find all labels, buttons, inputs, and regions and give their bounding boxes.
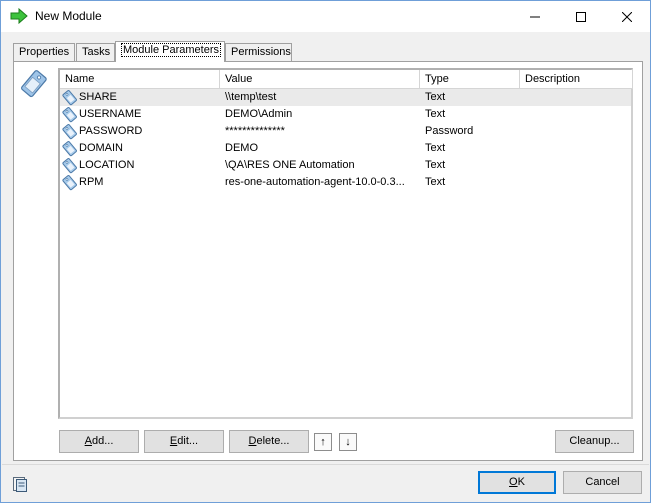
cell-description [525, 157, 631, 174]
cell-type: Text [425, 108, 446, 120]
tab-label: Module Parameters [121, 43, 221, 57]
cell-description [525, 106, 631, 123]
cell-description [525, 140, 631, 157]
tab-permissions[interactable]: Permissions [225, 43, 292, 61]
arrow-down-icon: ↓ [345, 436, 351, 448]
cell-description [525, 89, 631, 106]
cell-type: Text [425, 142, 446, 154]
cell-type: Text [425, 176, 446, 188]
cell-name: SHARE [79, 91, 117, 103]
parameter-tag-icon [62, 90, 77, 106]
move-down-button[interactable]: ↓ [339, 433, 357, 451]
arrow-up-icon: ↑ [320, 436, 326, 448]
cell-value: DEMO [225, 142, 258, 154]
table-row[interactable]: SHARE \\temp\test Text [60, 89, 631, 106]
table-row[interactable]: RPM res-one-automation-agent-10.0-0.3... T… [60, 174, 631, 191]
cell-description [525, 174, 631, 191]
cell-value: DEMO\Admin [225, 108, 293, 120]
tab-label: Tasks [82, 46, 111, 58]
edit-button-label: dit... [177, 435, 199, 447]
parameter-tag-icon [62, 141, 77, 157]
tab-label: Permissions [231, 46, 291, 58]
table-row[interactable]: PASSWORD ************** Password [60, 123, 631, 140]
tab-tasks[interactable]: Tasks [76, 43, 115, 61]
minimize-button[interactable] [512, 1, 558, 32]
parameter-tag-icon [62, 124, 77, 140]
list-header: Name Value Type Description [60, 70, 633, 89]
cell-name: PASSWORD [79, 125, 143, 137]
green-arrow-icon [10, 8, 28, 24]
cell-name: USERNAME [79, 108, 142, 120]
cell-value: res-one-automation-agent-10.0-0.3... [225, 176, 405, 188]
column-header-type[interactable]: Type [420, 70, 520, 89]
cell-type: Password [425, 125, 474, 137]
cell-value: \QA\RES ONE Automation [225, 159, 355, 171]
cell-type: Text [425, 159, 446, 171]
move-up-button[interactable]: ↑ [314, 433, 332, 451]
ok-button-mnemonic: O [509, 476, 518, 488]
parameter-tag-icon [21, 70, 47, 98]
maximize-button[interactable] [558, 1, 604, 32]
copy-icon[interactable] [11, 475, 29, 493]
close-icon [622, 11, 632, 22]
parameters-list[interactable]: Name Value Type Description SHARE \\temp\… [58, 68, 633, 419]
parameter-tag-icon [62, 107, 77, 123]
cell-value: ************** [225, 125, 285, 137]
delete-button[interactable]: Delete... [229, 430, 309, 453]
cell-value: \\temp\test [225, 91, 277, 103]
tab-properties[interactable]: Properties [13, 43, 75, 61]
table-row[interactable]: DOMAIN DEMO Text [60, 140, 631, 157]
cell-name: DOMAIN [79, 142, 123, 154]
window-title: New Module [35, 9, 102, 23]
parameter-tag-icon [62, 158, 77, 174]
column-header-description[interactable]: Description [520, 70, 633, 89]
ok-button-label: K [517, 476, 525, 488]
column-header-name[interactable]: Name [60, 70, 220, 89]
tab-label: Properties [19, 46, 70, 58]
divider [2, 464, 649, 465]
cell-type: Text [425, 91, 446, 103]
title-bar: New Module [1, 1, 650, 32]
delete-button-label: elete... [256, 435, 290, 447]
column-header-value[interactable]: Value [220, 70, 420, 89]
cell-name: LOCATION [79, 159, 135, 171]
cell-description [525, 123, 631, 140]
minimize-icon [530, 16, 540, 17]
table-row[interactable]: LOCATION \QA\RES ONE Automation Text [60, 157, 631, 174]
cleanup-button[interactable]: Cleanup... [555, 430, 634, 453]
parameter-tag-icon [62, 175, 77, 191]
tab-module-parameters[interactable]: Module Parameters [115, 41, 225, 62]
maximize-icon [576, 11, 586, 22]
cancel-button[interactable]: Cancel [563, 471, 642, 494]
ok-button[interactable]: OK [478, 471, 556, 494]
add-button[interactable]: Add... [59, 430, 139, 453]
add-button-label: dd... [91, 435, 114, 447]
add-button-mnemonic: A [84, 435, 92, 447]
table-row[interactable]: USERNAME DEMO\Admin Text [60, 106, 631, 123]
close-button[interactable] [604, 1, 650, 32]
new-module-dialog: New Module Properties Tasks Module Param… [0, 0, 651, 503]
cell-name: RPM [79, 176, 104, 188]
edit-button[interactable]: Edit... [144, 430, 224, 453]
